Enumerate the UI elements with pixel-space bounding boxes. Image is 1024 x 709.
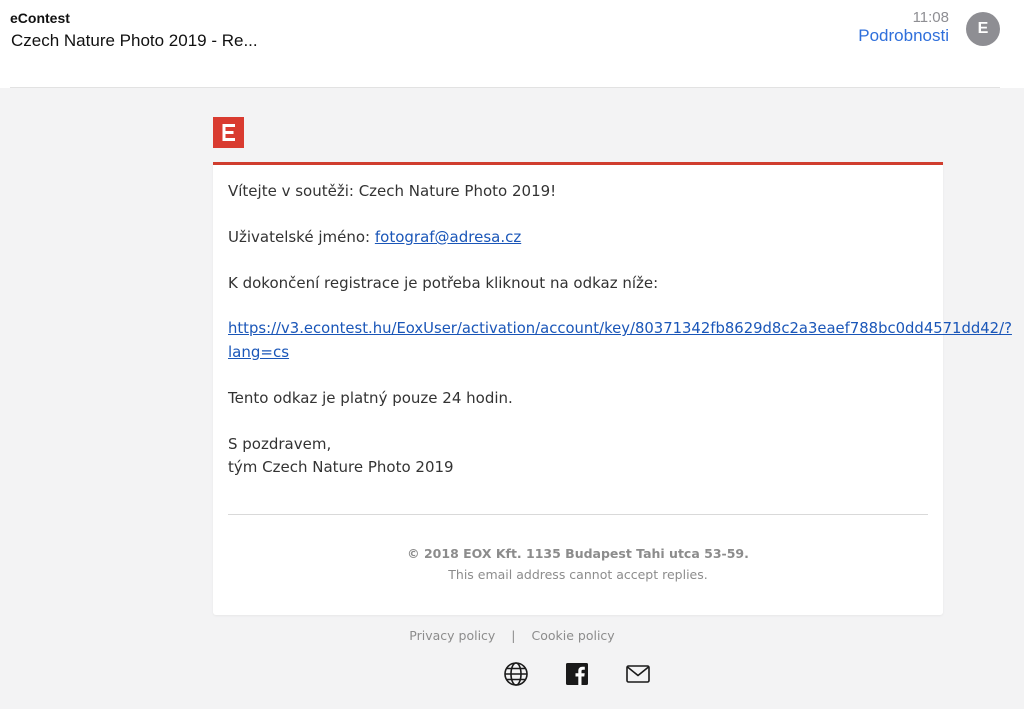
mail-icon[interactable] (625, 661, 651, 687)
username-label: Uživatelské jméno: (228, 228, 371, 246)
closing-signature: tým Czech Nature Photo 2019 (228, 458, 454, 476)
activation-link-line1[interactable]: https://v3.econtest.hu/EoxUser/activatio… (228, 320, 1012, 337)
email-card: Vítejte v soutěži: Czech Nature Photo 20… (213, 162, 1012, 615)
avatar[interactable]: E (966, 12, 1000, 46)
details-link[interactable]: Podrobnosti (858, 26, 949, 46)
policy-separator: | (511, 628, 516, 643)
company-address: © 2018 EOX Kft. 1135 Budapest Tahi utca … (407, 546, 749, 561)
facebook-icon[interactable] (564, 661, 590, 687)
card-divider (228, 514, 928, 515)
privacy-policy-link[interactable]: Privacy policy (409, 628, 495, 643)
validity-text: Tento odkaz je platný pouze 24 hodin. (228, 389, 513, 407)
greeting-text: Vítejte v soutěži: Czech Nature Photo 20… (228, 182, 557, 200)
instruction-text: K dokončení registrace je potřeba klikno… (228, 274, 659, 292)
message-subject: Czech Nature Photo 2019 - Re... (11, 31, 258, 50)
policy-links: Privacy policy | Cookie policy (0, 628, 1024, 643)
username-row: Uživatelské jméno: fotograf@adresa.cz (228, 228, 521, 246)
message-header: eContest Czech Nature Photo 2019 - Re...… (0, 0, 1024, 88)
activation-link-line2[interactable]: lang=cs (228, 343, 289, 361)
no-reply-note: This email address cannot accept replies… (448, 567, 708, 582)
econtest-logo (213, 117, 244, 148)
sender-name: eContest (10, 10, 70, 26)
message-time: 11:08 (912, 9, 949, 26)
username-link[interactable]: fotograf@adresa.cz (375, 228, 521, 246)
cookie-policy-link[interactable]: Cookie policy (532, 628, 615, 643)
globe-icon[interactable] (503, 661, 529, 687)
closing-greeting: S pozdravem, (228, 435, 332, 453)
